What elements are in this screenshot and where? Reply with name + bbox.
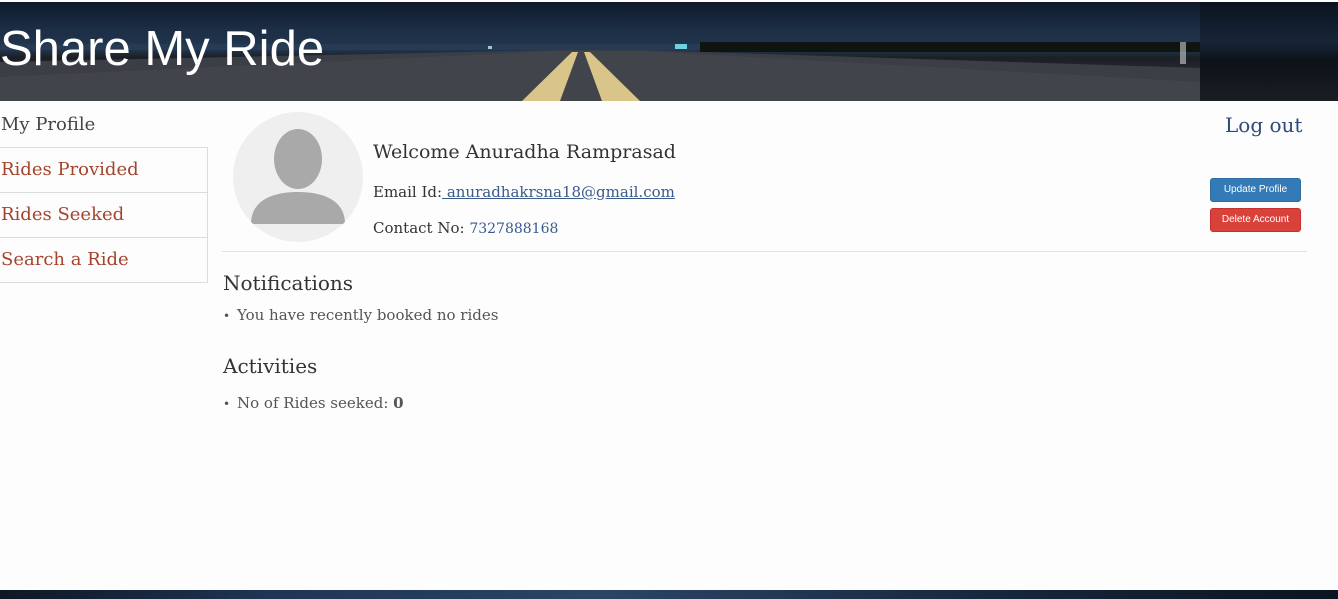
welcome-heading: Welcome Anuradha Ramprasad — [373, 141, 676, 163]
email-row: Email Id: anuradhakrsna18@gmail.com — [373, 183, 675, 201]
footer-bar — [0, 590, 1338, 599]
sidebar-item-rides-provided[interactable]: Rides Provided — [0, 148, 208, 193]
email-label: Email Id: — [373, 183, 443, 201]
user-silhouette-icon — [251, 129, 345, 224]
activities-heading: Activities — [223, 354, 318, 378]
contact-number: 7327888168 — [469, 221, 559, 237]
rides-seeked-label: No of Rides seeked: — [237, 394, 389, 412]
bullet-icon: • — [223, 309, 231, 323]
delete-account-button[interactable]: Delete Account — [1210, 208, 1301, 232]
header-banner: Share My Ride — [0, 2, 1338, 101]
activity-item: • No of Rides seeked: 0 — [223, 394, 404, 412]
notification-item: • You have recently booked no rides — [223, 306, 498, 324]
bullet-icon: • — [223, 397, 231, 411]
contact-row: Contact No: 7327888168 — [373, 219, 558, 237]
update-profile-button[interactable]: Update Profile — [1210, 178, 1301, 202]
sidebar-item-search-a-ride[interactable]: Search a Ride — [0, 238, 208, 283]
site-title: Share My Ride — [0, 22, 325, 76]
sidebar-item-my-profile[interactable]: My Profile — [0, 103, 208, 148]
sidebar-item-rides-seeked[interactable]: Rides Seeked — [0, 193, 208, 238]
contact-label: Contact No: — [373, 219, 465, 237]
section-divider — [222, 251, 1307, 252]
sidebar-nav: My Profile Rides Provided Rides Seeked S… — [0, 103, 208, 283]
banner-right-panel — [1200, 2, 1338, 101]
email-link[interactable]: anuradhakrsna18@gmail.com — [442, 183, 675, 201]
notifications-heading: Notifications — [223, 271, 354, 295]
logout-link[interactable]: Log out — [1225, 113, 1302, 137]
notification-text: You have recently booked no rides — [237, 306, 499, 324]
avatar — [233, 112, 363, 242]
rides-seeked-count: 0 — [393, 394, 404, 412]
